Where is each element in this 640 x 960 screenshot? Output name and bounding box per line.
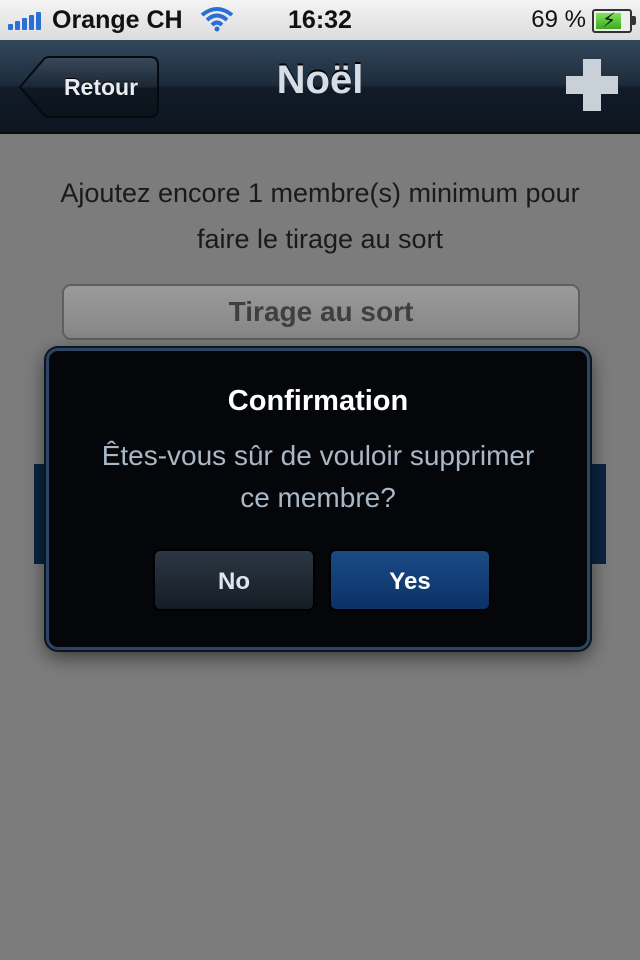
yes-button[interactable]: Yes	[329, 549, 491, 611]
navigation-bar: Retour Noël	[0, 40, 640, 134]
hint-text: Ajoutez encore 1 membre(s) minimum pour …	[60, 178, 580, 254]
no-button[interactable]: No	[153, 549, 315, 611]
alert-title: Confirmation	[227, 385, 409, 417]
draw-button[interactable]: Tirage au sort	[62, 284, 580, 340]
battery-percent: 69 %	[531, 6, 586, 33]
confirmation-alert: Confirmation Êtes-vous sûr de vouloir su…	[46, 348, 590, 650]
plus-icon[interactable]	[566, 59, 618, 111]
status-bar: Orange CH 16:32 69 % ⚡	[0, 0, 640, 40]
page-title: Noël	[276, 58, 364, 102]
battery-charging-icon: ⚡	[592, 9, 636, 33]
alert-message: Êtes-vous sûr de vouloir supprimer ce me…	[101, 440, 535, 513]
